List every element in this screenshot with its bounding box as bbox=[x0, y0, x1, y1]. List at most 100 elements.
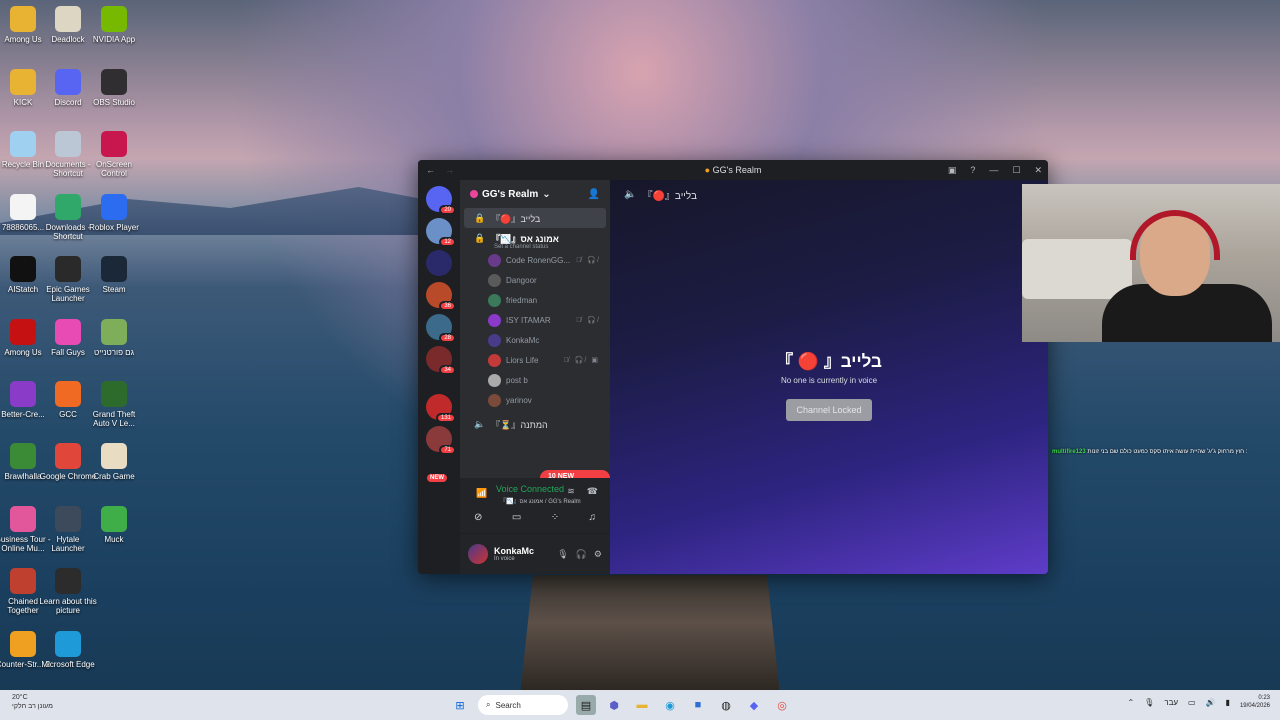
speaker-icon: 🔈 bbox=[474, 418, 486, 429]
obs-taskbar-icon[interactable]: ◍ bbox=[716, 695, 736, 715]
soundboard-icon[interactable]: ♫ bbox=[589, 512, 597, 523]
voice-member[interactable]: Code RonenGG... 🎙̸ 🎧̸ bbox=[460, 250, 610, 270]
desktop-icon[interactable]: Learn about this picture bbox=[39, 568, 97, 615]
server-icon[interactable]: 36 bbox=[426, 282, 456, 311]
among-us-folder-icon bbox=[10, 6, 36, 32]
microphone-tray-icon[interactable]: 🎙 bbox=[1144, 698, 1154, 707]
server-icon[interactable]: 34 bbox=[426, 346, 456, 375]
channel-list: GG's Realm ⌄ 👤 🔒 『🔴』בלייב 🔒 『📉』אמונג אס … bbox=[460, 180, 610, 574]
chat-message: חוץ מרחוק ג'יג' שהיית עושה איתו סקס כמעט… bbox=[1087, 449, 1248, 455]
minimize-button[interactable]: — bbox=[989, 165, 998, 176]
desktop-icon[interactable]: NVIDIA App bbox=[85, 6, 143, 44]
teams-icon[interactable]: ⬢ bbox=[604, 695, 624, 715]
member-status-icons: 🎙̸ 🎧̸ bbox=[576, 317, 600, 324]
nvidia-icon bbox=[101, 6, 127, 32]
edge-icon bbox=[55, 631, 81, 657]
chevron-up-icon[interactable]: ⌃ bbox=[1127, 698, 1134, 707]
desktop-icon[interactable]: Crab Game bbox=[85, 443, 143, 481]
headphones-icon[interactable]: 🎧 bbox=[576, 549, 587, 560]
desktop-icon[interactable]: גם פורטנייט bbox=[85, 319, 143, 357]
chrome-icon bbox=[55, 443, 81, 469]
server-rail: 20 12 36 28 34 131 71 NEW bbox=[418, 180, 460, 574]
clock[interactable]: 0:23 19/04/2026 bbox=[1240, 695, 1270, 711]
discord-taskbar-icon[interactable]: ◆ bbox=[744, 695, 764, 715]
store-icon[interactable]: ■ bbox=[688, 695, 708, 715]
desktop-icon[interactable]: Steam bbox=[85, 256, 143, 294]
task-view-icon[interactable]: ▤ bbox=[576, 695, 596, 715]
language-indicator[interactable]: עבר bbox=[1164, 698, 1178, 707]
maximize-button[interactable]: ☐ bbox=[1012, 165, 1020, 176]
microphone-icon[interactable]: 🎙 bbox=[557, 549, 568, 560]
inbox-icon[interactable]: ▣ bbox=[948, 165, 957, 176]
channel-title: 『 🔴 』בלייב bbox=[776, 352, 882, 371]
deadlock-icon bbox=[55, 6, 81, 32]
voice-member[interactable]: ISY ITAMAR 🎙̸ 🎧̸ bbox=[460, 310, 610, 330]
member-name: KonkaMc bbox=[506, 335, 540, 345]
desktop-icon-label: Roblox Player bbox=[89, 223, 139, 232]
disconnect-icon[interactable]: ☎ bbox=[587, 486, 598, 497]
speaker-icon: 🔈 bbox=[624, 188, 637, 200]
camera-off-icon[interactable]: ⊘ bbox=[474, 512, 482, 523]
avatar[interactable] bbox=[468, 544, 488, 564]
guild-header[interactable]: GG's Realm ⌄ 👤 bbox=[460, 180, 610, 208]
desktop-icon[interactable]: OnScreen Control bbox=[85, 131, 143, 178]
discord-window: ← → ● GG's Realm ▣ ? — ☐ ✕ 20 12 36 28 34 131… bbox=[418, 160, 1048, 574]
voice-member[interactable]: Dangoor bbox=[460, 270, 610, 290]
kick-icon bbox=[10, 69, 36, 95]
server-icon[interactable]: 28 bbox=[426, 314, 456, 343]
help-icon[interactable]: ? bbox=[970, 165, 975, 176]
voice-panel: 📶 Voice Connected 『📉』אמונג אס / GG's Rea… bbox=[460, 478, 610, 534]
network-icon[interactable]: ▭ bbox=[1188, 698, 1196, 707]
voice-member[interactable]: yarinov bbox=[460, 390, 610, 410]
aistatch-icon bbox=[10, 256, 36, 282]
server-icon[interactable]: 12 bbox=[426, 218, 456, 247]
username[interactable]: KonkaMc bbox=[494, 546, 534, 556]
windows-start-icon[interactable]: ⊞ bbox=[450, 695, 470, 715]
desktop-icon[interactable]: OBS Studio bbox=[85, 69, 143, 107]
desktop-icon[interactable]: Grand Theft Auto V Le... bbox=[85, 381, 143, 428]
gcc-icon bbox=[55, 381, 81, 407]
edge-icon[interactable]: ◉ bbox=[660, 695, 680, 715]
server-icon[interactable]: 71 bbox=[426, 426, 456, 455]
desktop-icon-label: Crab Game bbox=[93, 472, 135, 481]
weather-widget[interactable]: 20°C מעונן רב חלקי bbox=[12, 694, 53, 712]
voice-status[interactable]: Voice Connected bbox=[496, 484, 564, 494]
gear-icon[interactable]: ⚙ bbox=[594, 549, 602, 560]
voice-member[interactable]: post b bbox=[460, 370, 610, 390]
search-input[interactable]: ⌕ Search bbox=[478, 695, 568, 715]
server-icon[interactable]: 131 bbox=[426, 394, 456, 423]
roblox-icon bbox=[101, 194, 127, 220]
server-icon[interactable] bbox=[426, 378, 452, 388]
activities-icon[interactable]: ⁘ bbox=[551, 512, 559, 523]
channel-locked-button[interactable]: Channel Locked bbox=[786, 399, 872, 421]
chat-overlay: multifire123 חוץ מרחוק ג'יג' שהיית עושה … bbox=[1052, 449, 1247, 455]
battery-icon[interactable]: ▮ bbox=[1226, 698, 1230, 707]
desktop-icon[interactable]: Roblox Player bbox=[85, 194, 143, 232]
server-icon[interactable]: 20 bbox=[426, 186, 456, 215]
taskbar: 20°C מעונן רב חלקי ⊞ ⌕ Search ▤ ⬢ ▬ ◉ ■ … bbox=[0, 690, 1280, 720]
channel-live[interactable]: 🔒 『🔴』בלייב bbox=[464, 208, 606, 228]
screen-share-icon[interactable]: ▭ bbox=[512, 512, 521, 523]
file-explorer-icon[interactable]: ▬ bbox=[632, 695, 652, 715]
close-button[interactable]: ✕ bbox=[1034, 165, 1042, 176]
voice-member[interactable]: friedman bbox=[460, 290, 610, 310]
avatar bbox=[488, 393, 501, 407]
server-icon[interactable] bbox=[426, 250, 452, 276]
volume-icon[interactable]: 🔊 bbox=[1206, 698, 1216, 707]
desktop-icon[interactable]: Microsoft Edge bbox=[39, 631, 97, 669]
learn-picture-icon bbox=[55, 568, 81, 594]
chrome-taskbar-icon[interactable]: ◎ bbox=[772, 695, 792, 715]
voice-member[interactable]: Liors Life 🎙̸ 🎧̸ ▣ bbox=[460, 350, 610, 370]
voice-location[interactable]: 『📉』אמונג אס / GG's Realm bbox=[500, 496, 581, 505]
voice-member[interactable]: KonkaMc bbox=[460, 330, 610, 350]
channel-waiting[interactable]: 🔈 『⏳』המתנה bbox=[460, 414, 610, 434]
noise-suppression-icon[interactable]: ≋ bbox=[567, 486, 575, 497]
desktop-icon-label: Steam bbox=[102, 285, 126, 294]
desktop-icon[interactable]: Muck bbox=[85, 506, 143, 544]
add-member-icon[interactable]: 👤 bbox=[588, 189, 600, 200]
channel-header: 🔈 『🔴』בלייב bbox=[624, 188, 697, 202]
desktop-icon-label: OnScreen Control bbox=[95, 160, 133, 179]
game-folder-icon bbox=[101, 319, 127, 345]
among-us-icon bbox=[10, 319, 36, 345]
member-name: Dangoor bbox=[506, 275, 537, 285]
